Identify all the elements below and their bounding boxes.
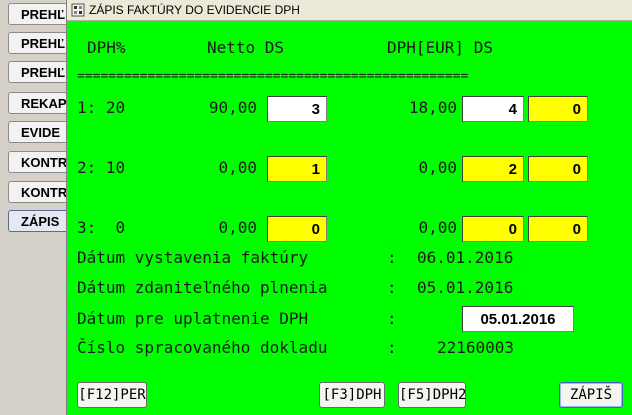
- menu-button-label: KONTR: [21, 185, 68, 200]
- dph-button[interactable]: [F3]DPH: [319, 382, 385, 408]
- header-dph-percent: DPH%: [87, 38, 126, 57]
- separator-line: ========================================…: [77, 70, 469, 84]
- menu-button-prehl-3[interactable]: PREHĽ: [8, 61, 68, 83]
- dialog-title: ZÁPIS FAKTÚRY DO EVIDENCIE DPH: [89, 3, 300, 17]
- zapis-button[interactable]: ZÁPIŠ: [559, 382, 623, 408]
- menu-button-prehl-2[interactable]: PREHĽ: [8, 32, 68, 54]
- menu-button-rekap[interactable]: REKAP: [8, 92, 68, 114]
- dph-extra-field[interactable]: 0: [528, 216, 588, 242]
- netto-amount: 0,00: [218, 218, 257, 237]
- menu-button-label: REKAP: [21, 96, 67, 111]
- per-button[interactable]: [F12]PER: [77, 382, 147, 408]
- vat-claim-date-label: Dátum pre uplatnenie DPH: [77, 309, 309, 328]
- colon: :: [387, 338, 397, 357]
- menu-button-evide[interactable]: EVIDE: [8, 121, 68, 143]
- vat-rate-label: 2: 10: [77, 158, 126, 177]
- netto-amount: 90,00: [208, 98, 257, 117]
- dph-extra-field[interactable]: 0: [528, 156, 588, 182]
- netto-ds-field[interactable]: 3: [267, 96, 327, 122]
- dph2-button[interactable]: [F5]DPH2: [398, 382, 466, 408]
- netto-amount: 0,00: [218, 158, 257, 177]
- dialog-titlebar: ZÁPIS FAKTÚRY DO EVIDENCIE DPH: [67, 0, 632, 21]
- taxable-date-label: Dátum zdaniteľného plnenia: [77, 278, 328, 297]
- dph-extra-field[interactable]: 0: [528, 96, 588, 122]
- taxable-date-value: 05.01.2016: [417, 278, 514, 297]
- menu-button-kontr-2[interactable]: KONTR: [8, 181, 68, 203]
- issue-date-value: 06.01.2016: [417, 248, 514, 267]
- menu-button-label: KONTR: [21, 155, 68, 170]
- vat-rate-label: 3: 0: [77, 218, 126, 237]
- vat-claim-date-field[interactable]: 05.01.2016: [462, 306, 574, 332]
- dph-amount: 0,00: [418, 158, 457, 177]
- menu-button-kontr-1[interactable]: KONTR: [8, 151, 68, 173]
- issue-date-label: Dátum vystavenia faktúry: [77, 248, 309, 267]
- menu-button-zapis[interactable]: ZÁPIS: [8, 210, 68, 232]
- colon: :: [387, 248, 397, 267]
- menu-button-label: ZÁPIS: [21, 214, 60, 229]
- dph-ds-field[interactable]: 4: [462, 96, 524, 122]
- header-netto: Netto DS: [207, 38, 285, 57]
- netto-ds-field[interactable]: 1: [267, 156, 327, 182]
- document-number-label: Číslo spracovaného dokladu: [77, 338, 328, 357]
- menu-button-label: EVIDE: [21, 125, 61, 140]
- menu-button-label: PREHĽ: [21, 36, 66, 51]
- menu-button-label: PREHĽ: [21, 65, 66, 80]
- colon: :: [387, 309, 397, 328]
- dph-ds-field[interactable]: 0: [462, 216, 524, 242]
- background-menu-panel: PREHĽ PREHĽ PREHĽ REKAP EVIDE KONTR KONT…: [0, 0, 68, 415]
- netto-ds-field[interactable]: 0: [267, 216, 327, 242]
- dph-amount: 18,00: [408, 98, 457, 117]
- dph-ds-field[interactable]: 2: [462, 156, 524, 182]
- menu-button-prehl-1[interactable]: PREHĽ: [8, 3, 68, 25]
- invoice-vat-dialog: ZÁPIS FAKTÚRY DO EVIDENCIE DPH DPH% Nett…: [66, 0, 632, 415]
- menu-button-label: PREHĽ: [21, 7, 66, 22]
- vat-rate-label: 1: 20: [77, 98, 126, 117]
- app-icon: [71, 3, 85, 17]
- document-number-value: 22160003: [437, 338, 515, 357]
- header-dph-eur: DPH[EUR] DS: [387, 38, 493, 57]
- colon: :: [387, 278, 397, 297]
- dph-amount: 0,00: [418, 218, 457, 237]
